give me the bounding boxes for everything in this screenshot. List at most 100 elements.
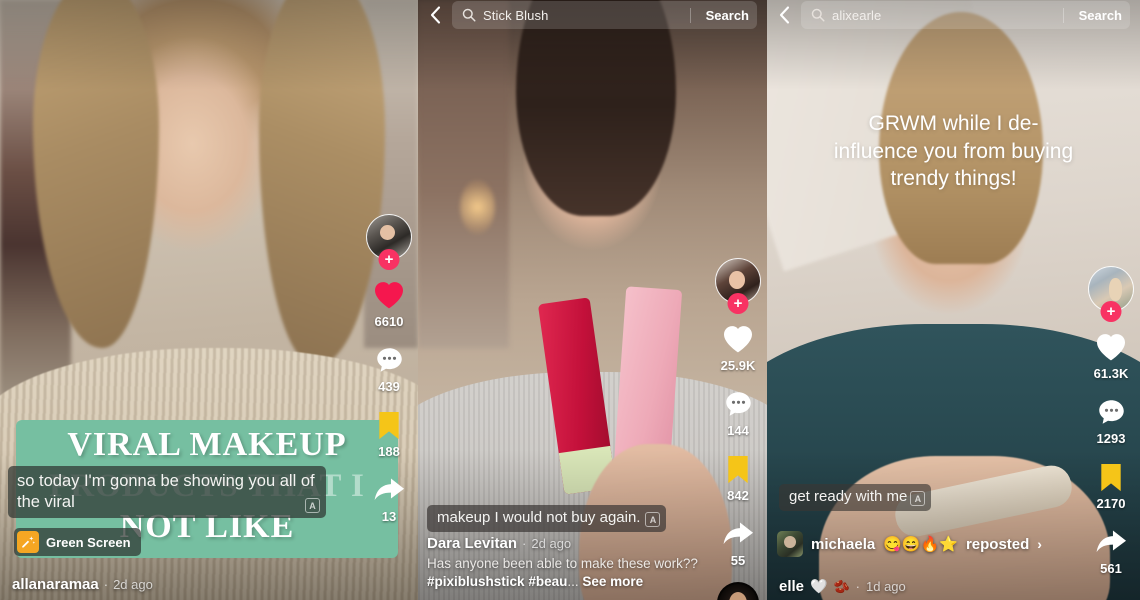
description-ellipsis: ... [567, 574, 579, 590]
creator-username-row[interactable]: allanaramaa · 2d ago [12, 576, 153, 593]
post-timestamp: 1d ago [866, 579, 906, 594]
music-disc-icon[interactable] [717, 582, 759, 600]
creator-username[interactable]: elle [779, 578, 804, 595]
reposter-avatar[interactable] [777, 531, 803, 557]
bookmark-button[interactable]: 842 [720, 452, 756, 503]
search-divider [1062, 7, 1064, 23]
creator-avatar[interactable]: + [1088, 266, 1134, 322]
effect-chip-green-screen[interactable]: Green Screen [14, 528, 141, 556]
comment-button[interactable]: 1293 [1093, 395, 1129, 446]
like-button[interactable]: 6610 [371, 278, 407, 329]
search-bar-2: Stick Blush Search [418, 0, 767, 30]
creator-username-row[interactable]: Dara Levitan · 2d ago [427, 535, 727, 552]
hook-line3: trendy things! [890, 167, 1017, 191]
bookmark-count: 188 [378, 444, 400, 459]
share-arrow-icon [1093, 525, 1129, 559]
magnifier-icon [811, 8, 825, 22]
bean-emoji: 🫘 [833, 578, 850, 594]
auto-caption-text: get ready with me [789, 488, 908, 505]
auto-caption-box[interactable]: makeup I would not buy again. A [427, 505, 667, 532]
hashtag-beauty-truncated[interactable]: #beau [528, 574, 567, 589]
search-bar-3: alixearle Search [767, 0, 1140, 30]
back-chevron-icon[interactable] [775, 4, 793, 26]
comment-bubble-icon [1093, 395, 1129, 429]
video-panel-1[interactable]: VIRAL MAKEUP PRODUCTS THAT I NOT LIKE so… [0, 0, 418, 600]
search-submit-button[interactable]: Search [1079, 8, 1122, 23]
captions-a-icon[interactable]: A [645, 512, 661, 527]
search-input[interactable]: alixearle Search [801, 1, 1130, 29]
effect-chip-label: Green Screen [46, 534, 131, 550]
see-more-button[interactable]: See more [582, 574, 643, 589]
action-rail-1: + 6610 439 188 13 [366, 214, 412, 538]
creator-avatar[interactable]: + [715, 258, 761, 314]
auto-caption-text: makeup I would not buy again. [437, 509, 641, 526]
back-chevron-icon[interactable] [426, 4, 444, 26]
share-count: 561 [1100, 561, 1122, 576]
comment-button[interactable]: 439 [371, 343, 407, 394]
bookmark-count: 842 [727, 488, 749, 503]
comment-bubble-icon [720, 387, 756, 421]
heart-icon [720, 322, 756, 356]
share-button[interactable]: 55 [720, 517, 756, 568]
post-meta-2: Dara Levitan · 2d ago Has anyone been ab… [427, 535, 727, 591]
comment-bubble-icon [371, 343, 407, 377]
search-submit-button[interactable]: Search [706, 8, 749, 23]
captions-a-icon[interactable]: A [305, 498, 320, 514]
plus-icon[interactable]: + [727, 293, 749, 314]
background-wall [418, 0, 509, 348]
hook-line2: influence you from buying [833, 139, 1074, 163]
tiktok-video-grid: VIRAL MAKEUP PRODUCTS THAT I NOT LIKE so… [0, 0, 1140, 600]
auto-caption-box[interactable]: so today I'm gonna be showing you all of… [8, 466, 326, 519]
description-text: Has anyone been able to make these work?… [427, 556, 698, 571]
video-panel-3[interactable]: alixearle Search GRWM while I de- influe… [767, 0, 1140, 600]
meta-separator: · [103, 577, 109, 592]
search-divider [689, 7, 691, 23]
share-button[interactable]: 13 [371, 473, 407, 524]
background-lamp-glow [459, 180, 495, 234]
heart-icon [371, 278, 407, 312]
bookmark-button[interactable]: 2170 [1093, 460, 1129, 511]
creator-username-row[interactable]: elle 🤍 🫘 · 1d ago [779, 578, 906, 595]
comment-count: 439 [378, 379, 400, 394]
plus-icon[interactable]: + [1100, 301, 1122, 322]
video-text-overlay-hook: GRWM while I de- influence you from buyi… [781, 110, 1126, 193]
like-button[interactable]: 61.3K [1093, 330, 1129, 381]
meta-separator: · [522, 536, 527, 551]
creator-username[interactable]: allanaramaa [12, 576, 99, 593]
comment-count: 1293 [1096, 431, 1126, 446]
like-button[interactable]: 25.9K [720, 322, 756, 373]
repost-label: reposted [965, 535, 1030, 553]
meta-separator: · [855, 579, 860, 594]
search-query-text: Stick Blush [483, 7, 549, 23]
hook-line1: GRWM while I de- [868, 112, 1039, 135]
search-input[interactable]: Stick Blush Search [452, 1, 757, 29]
hashtag-pixiblushstick[interactable]: #pixiblushstick [427, 574, 525, 589]
share-arrow-icon [720, 517, 756, 551]
creator-username[interactable]: Dara Levitan [427, 535, 517, 552]
creator-avatar[interactable]: + [366, 214, 412, 270]
background-hair [515, 0, 677, 216]
auto-caption-box[interactable]: get ready with me A [779, 484, 932, 511]
heart-icon [1093, 330, 1129, 364]
share-count: 55 [730, 553, 746, 568]
magnifier-icon [462, 8, 476, 22]
post-description[interactable]: Has anyone been able to make these work?… [427, 555, 727, 591]
bookmark-button[interactable]: 188 [371, 408, 407, 459]
bookmark-icon [371, 408, 407, 442]
like-count: 25.9K [720, 358, 756, 373]
captions-a-icon[interactable]: A [910, 491, 926, 506]
share-count: 13 [381, 509, 397, 524]
like-count: 6610 [374, 314, 404, 329]
post-timestamp: 2d ago [531, 536, 572, 551]
plus-icon[interactable]: + [378, 249, 400, 270]
auto-caption-text: so today I'm gonna be showing you all of… [17, 472, 315, 511]
share-button[interactable]: 561 [1093, 525, 1129, 576]
share-arrow-icon [371, 473, 407, 507]
video-panel-2[interactable]: Stick Blush Search makeup I would not bu… [418, 0, 767, 600]
repost-attribution-row[interactable]: michaela 😋😄🔥⭐ reposted › [777, 531, 1042, 557]
chevron-right-icon[interactable]: › [1037, 536, 1042, 552]
bookmark-count: 2170 [1096, 496, 1126, 511]
comment-button[interactable]: 144 [720, 387, 756, 438]
magic-wand-icon [17, 531, 39, 553]
reposter-name[interactable]: michaela [811, 536, 875, 553]
